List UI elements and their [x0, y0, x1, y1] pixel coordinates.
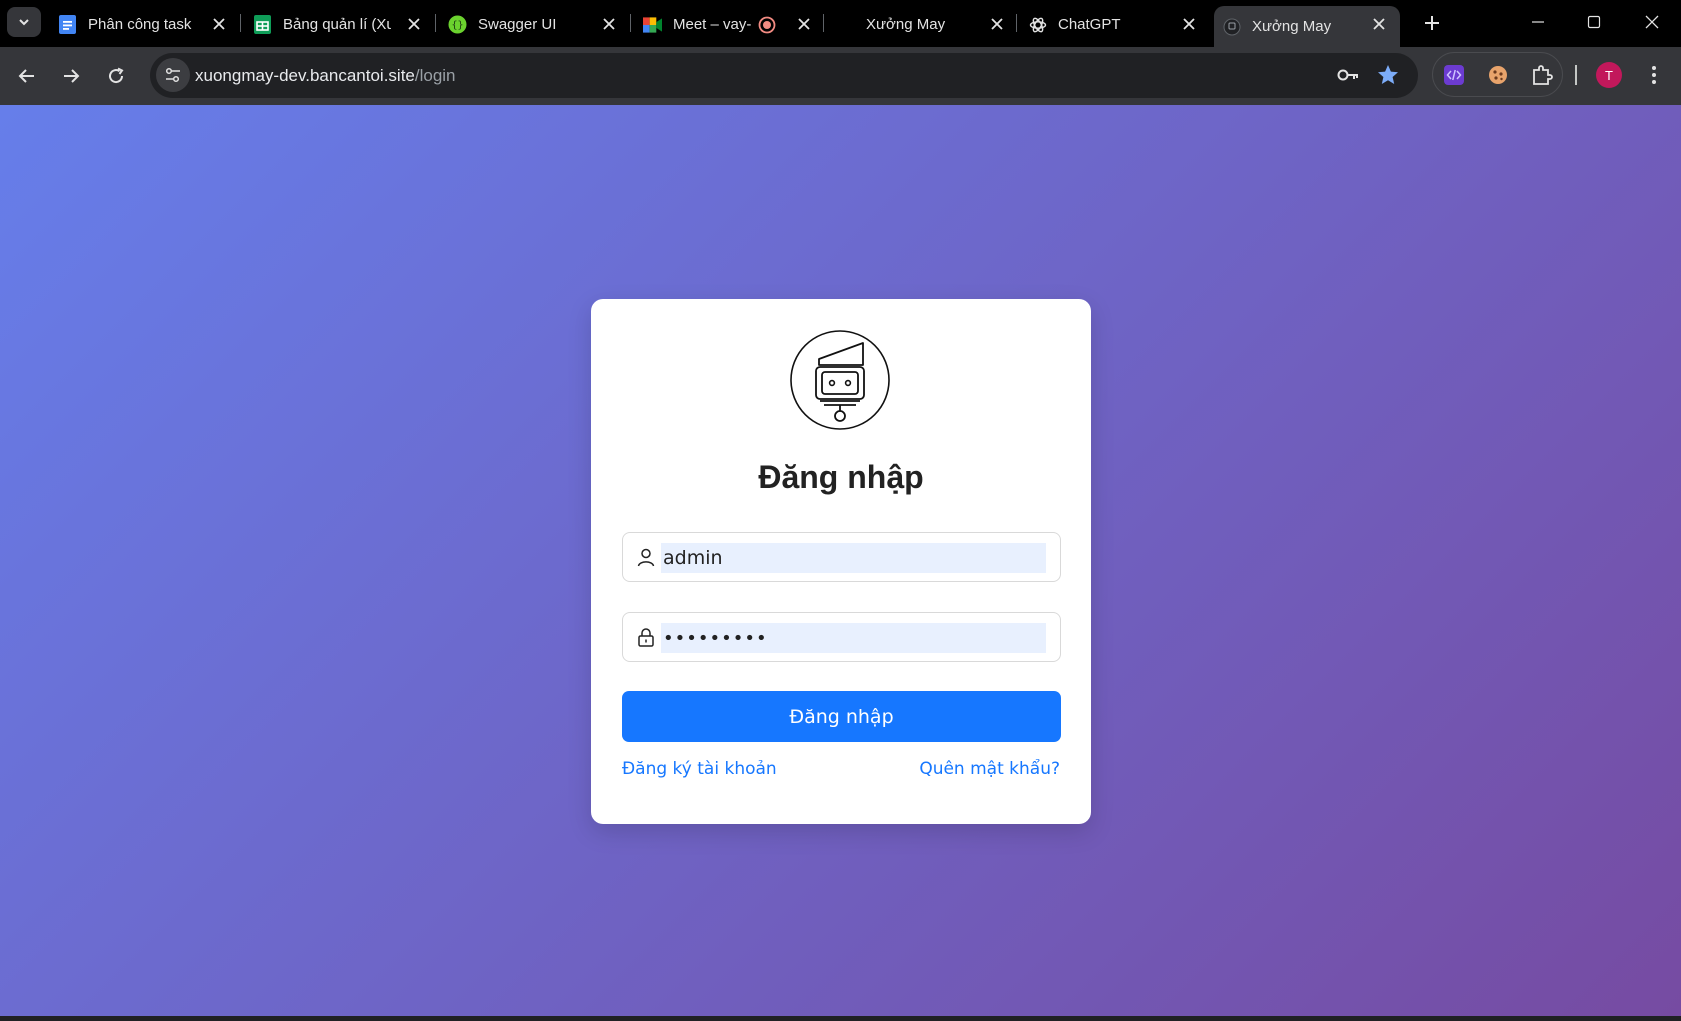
chevron-down-icon: [19, 19, 29, 26]
openai-icon: [1028, 15, 1047, 34]
login-button[interactable]: Đăng nhập: [622, 691, 1061, 742]
minimize-icon: [1532, 21, 1544, 23]
tune-icon: [165, 67, 180, 83]
arrow-right-icon: [64, 69, 80, 83]
tab-title: ChatGPT: [1058, 16, 1121, 33]
back-button[interactable]: [9, 58, 45, 94]
window-close-button[interactable]: [1624, 0, 1680, 44]
site-logo-icon: [1222, 17, 1241, 36]
lock-icon: [638, 628, 654, 647]
minimize-button[interactable]: [1510, 0, 1566, 44]
url-text: xuongmay-dev.bancantoi.site/login: [195, 66, 456, 86]
user-icon: [637, 548, 655, 567]
reload-button[interactable]: [98, 58, 134, 94]
puzzle-extensions-icon[interactable]: [1529, 62, 1555, 88]
cookie-extension-icon[interactable]: [1485, 62, 1511, 88]
login-card: Đăng nhập Đăng nhập Đăng ký tài khoản Qu…: [591, 299, 1091, 824]
forward-button[interactable]: [53, 58, 89, 94]
url-path: /login: [414, 66, 456, 85]
google-docs-icon: [58, 15, 77, 34]
tab-search-button[interactable]: [7, 7, 41, 37]
kebab-menu-icon[interactable]: [1640, 61, 1668, 89]
tab-title: Meet – vay-: [673, 16, 752, 33]
tab-title: Xưởng May: [1252, 18, 1332, 35]
browser-toolbar: xuongmay-dev.bancantoi.site/login T: [0, 47, 1681, 105]
svg-text:{}: {}: [451, 20, 463, 31]
tab-swagger[interactable]: {} Swagger UI: [440, 6, 630, 43]
close-icon: [1645, 15, 1659, 29]
tab-title: Bảng quản lí (Xư: [283, 16, 391, 33]
site-logo-icon: [790, 330, 890, 430]
google-meet-icon: [643, 15, 662, 34]
close-icon[interactable]: [210, 15, 228, 33]
blank-page-icon: [836, 15, 855, 34]
maximize-button[interactable]: [1566, 0, 1622, 44]
password-key-icon[interactable]: [1336, 64, 1360, 91]
reload-icon: [109, 67, 124, 84]
close-icon[interactable]: [988, 15, 1006, 33]
tab-xuong-may-active[interactable]: Xưởng May: [1214, 6, 1400, 47]
window-bottom-edge: [0, 1016, 1681, 1021]
bookmark-star-icon[interactable]: [1376, 63, 1400, 92]
tab-xuong-may[interactable]: Xưởng May: [828, 6, 1018, 43]
page-background: Đăng nhập Đăng nhập Đăng ký tài khoản Qu…: [0, 105, 1681, 1016]
code-extension-icon[interactable]: [1441, 62, 1467, 88]
google-sheets-icon: [253, 15, 272, 34]
tab-meet[interactable]: Meet – vay-: [635, 6, 825, 43]
tab-separator: [435, 14, 436, 32]
username-field: [622, 532, 1061, 582]
tab-title: Swagger UI: [478, 16, 557, 33]
register-link[interactable]: Đăng ký tài khoản: [622, 759, 777, 779]
tab-separator: [1016, 14, 1017, 32]
close-icon[interactable]: [1180, 15, 1198, 33]
arrow-left-icon: [18, 69, 34, 83]
swagger-icon: {}: [448, 15, 467, 34]
tab-docs[interactable]: Phân công task: [50, 6, 240, 43]
recording-icon: [758, 16, 776, 39]
page-title: Đăng nhập: [758, 459, 924, 495]
site-info-button[interactable]: [156, 58, 190, 92]
close-icon[interactable]: [600, 15, 618, 33]
maximize-icon: [1587, 15, 1601, 29]
password-input[interactable]: [661, 623, 1046, 653]
url-host: xuongmay-dev.bancantoi.site: [195, 66, 415, 85]
tab-title: Xưởng May: [866, 16, 946, 33]
tab-strip: Phân công task Bảng quản lí (Xư {} Swagg…: [0, 0, 1681, 47]
close-icon[interactable]: [1370, 15, 1388, 33]
profile-avatar[interactable]: T: [1596, 62, 1622, 88]
tab-chatgpt[interactable]: ChatGPT: [1020, 6, 1210, 43]
username-input[interactable]: [661, 543, 1046, 573]
close-icon[interactable]: [795, 15, 813, 33]
tab-sheets[interactable]: Bảng quản lí (Xư: [245, 6, 435, 43]
tab-title: Phân công task: [88, 16, 192, 33]
tab-separator: [630, 14, 631, 32]
extensions-group: [1432, 52, 1563, 97]
tab-separator: [240, 14, 241, 32]
forgot-password-link[interactable]: Quên mật khẩu?: [919, 759, 1060, 779]
new-tab-button[interactable]: [1415, 8, 1449, 38]
address-bar[interactable]: xuongmay-dev.bancantoi.site/login: [150, 53, 1418, 98]
password-field: [622, 612, 1061, 662]
tab-separator: [823, 14, 824, 32]
close-icon[interactable]: [405, 15, 423, 33]
toolbar-divider: [1575, 65, 1577, 85]
plus-icon: [1425, 16, 1439, 30]
